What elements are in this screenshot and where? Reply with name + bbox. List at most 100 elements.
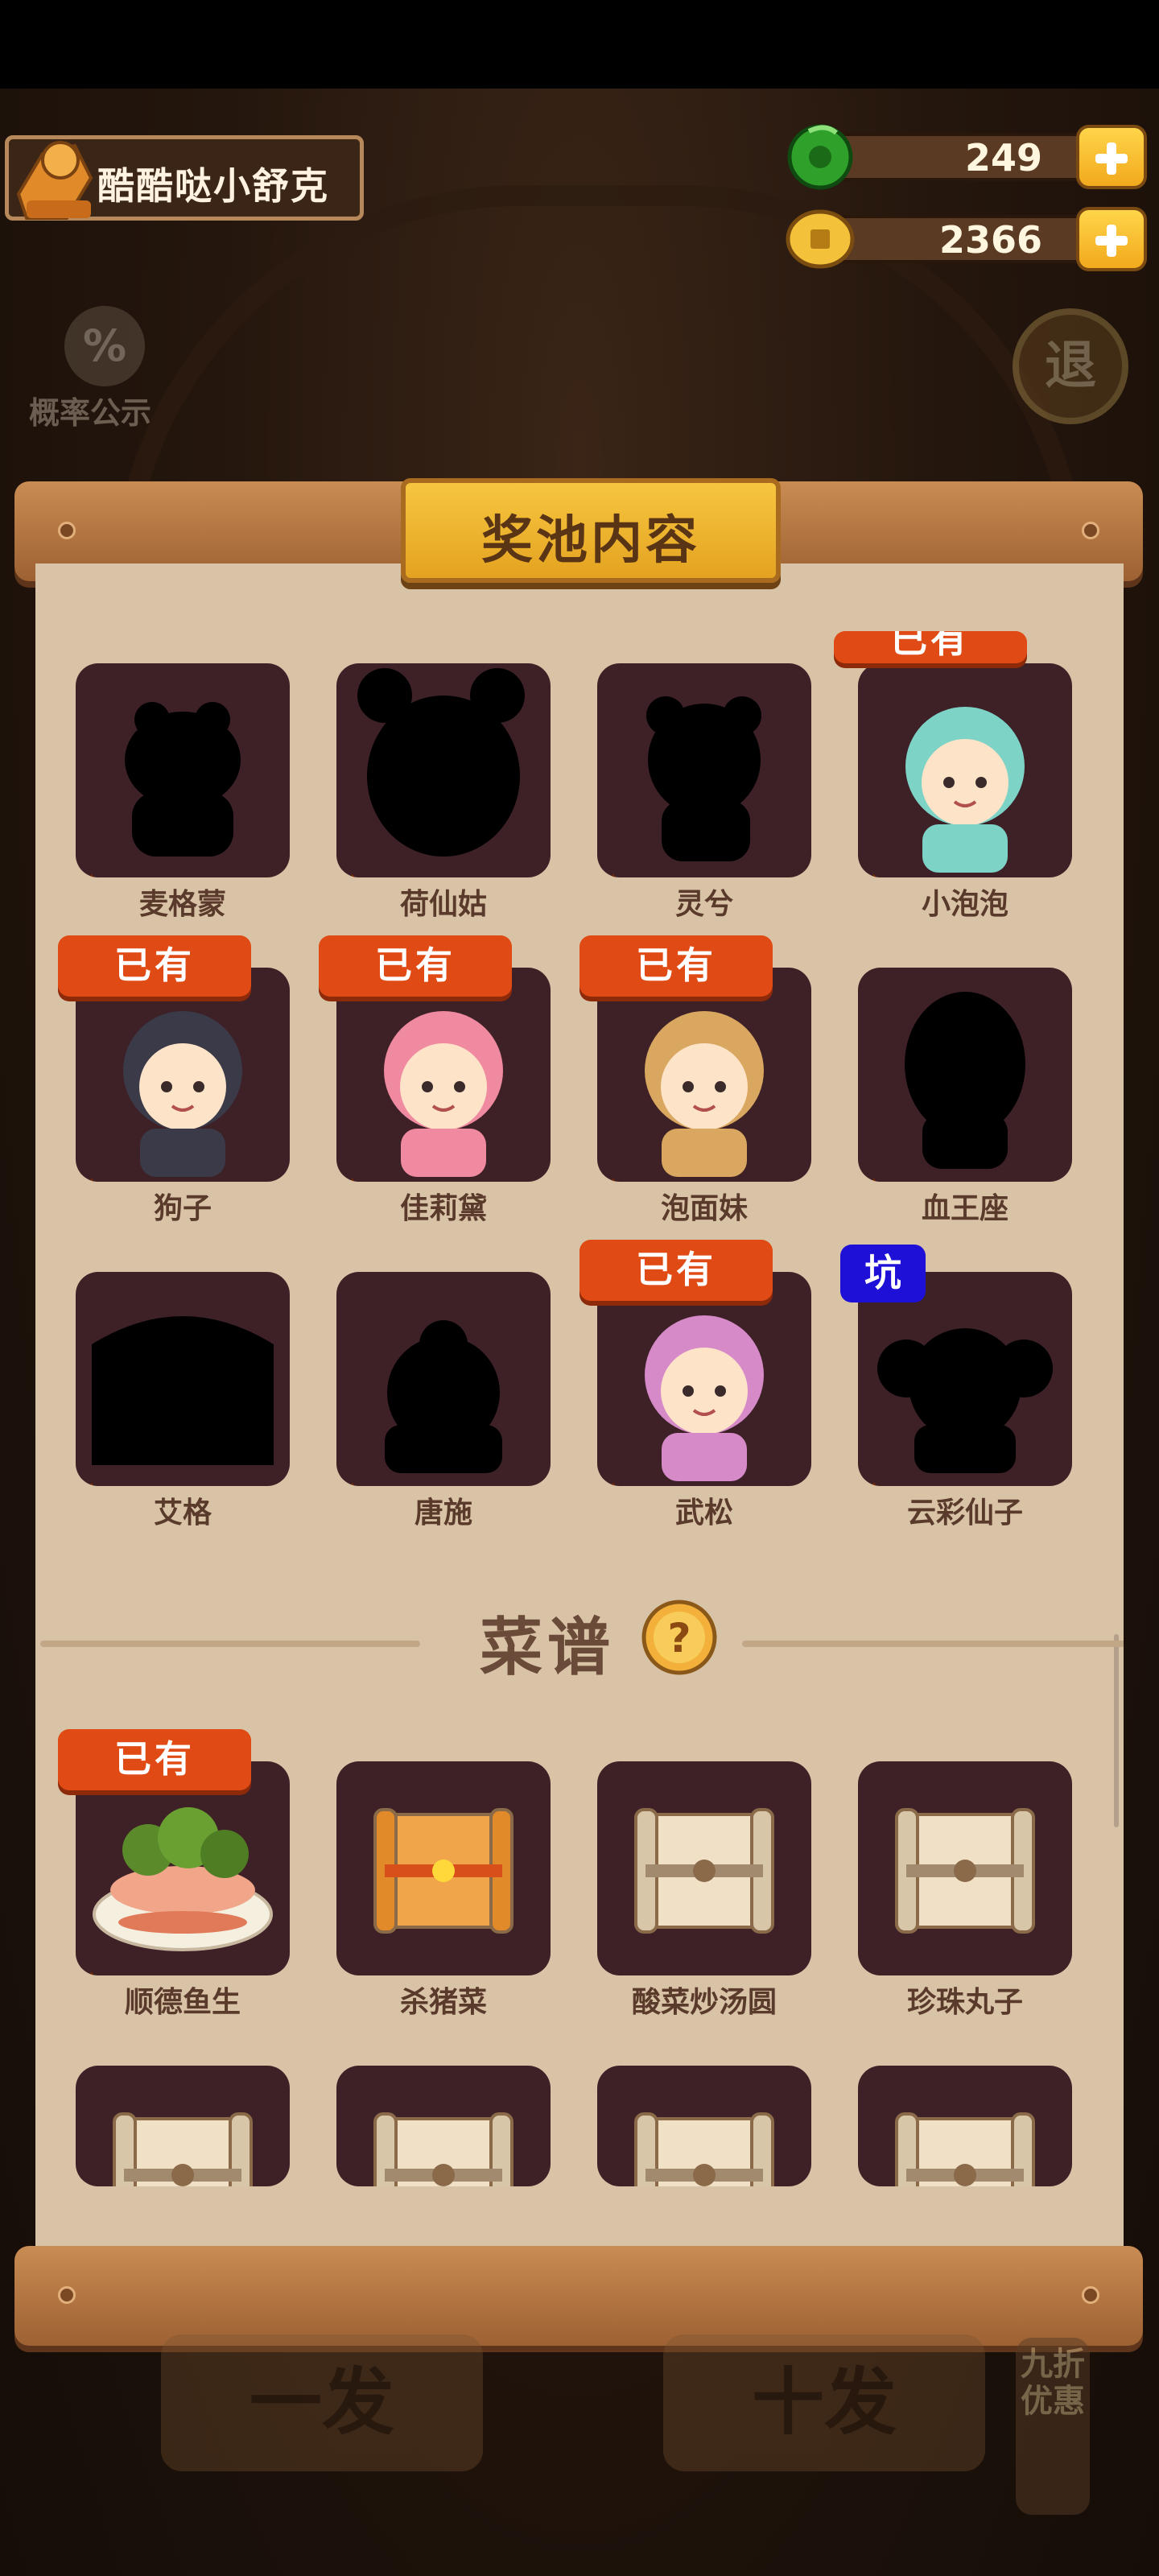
recipe-name: 杀猪菜	[399, 1986, 487, 2019]
recipe-name: 顺德鱼生	[124, 1986, 241, 2019]
recipe-card[interactable]	[858, 2066, 1072, 2186]
owned-tag: 已有	[58, 1729, 251, 1790]
recipe-card[interactable]	[858, 1761, 1072, 1975]
jade-value: 249	[964, 136, 1042, 180]
chef-avatar-icon	[16, 141, 93, 220]
exit-button[interactable]: 退	[1010, 306, 1131, 427]
svg-text:?: ?	[667, 1615, 691, 1662]
exit-label: 退	[1045, 336, 1096, 396]
recipe-scroll-icon	[373, 1808, 514, 1934]
recipe-card[interactable]	[597, 2066, 811, 2186]
flame-star-icon	[612, 1483, 616, 1486]
gear-percent-icon: %	[64, 306, 145, 386]
recipe-card[interactable]	[76, 2066, 290, 2186]
flame-star-icon	[612, 874, 616, 877]
owned-tag: 已有	[58, 935, 251, 997]
prize-pool-panel: 麦格蒙 荷仙姑 灵兮 小泡泡 已有 狗子 已有 佳莉黛 已有 泡面妹 已有 血王座 艾格 唐施 武松 已有 云彩…	[35, 564, 1124, 2246]
character-card[interactable]	[597, 968, 811, 1182]
character-silhouette	[385, 1320, 502, 1473]
character-card[interactable]	[336, 663, 551, 877]
character-portrait	[905, 707, 1025, 873]
recipe-scroll-icon	[113, 2112, 253, 2186]
character-card[interactable]	[858, 968, 1072, 1182]
flame-star-icon	[612, 1179, 616, 1182]
divider-right	[742, 1641, 1124, 1647]
character-card[interactable]	[858, 1272, 1072, 1486]
ten-draw-label: 十发	[752, 2360, 897, 2445]
add-coin-button[interactable]	[1076, 207, 1147, 271]
svg-text:%: %	[83, 320, 126, 371]
character-card[interactable]	[597, 663, 811, 877]
character-silhouette	[92, 1316, 274, 1465]
owned-tag: 已有	[319, 935, 512, 997]
discount-badge: 九折优惠	[1016, 2338, 1090, 2515]
recipe-scroll-icon	[895, 1808, 1035, 1934]
character-name: 荷仙姑	[399, 888, 487, 921]
owned-tag: 已有	[834, 631, 1027, 663]
pit-tag: 坑	[840, 1245, 926, 1302]
character-name: 血王座	[921, 1192, 1008, 1225]
character-card[interactable]	[858, 663, 1072, 877]
character-name: 灵兮	[674, 888, 733, 921]
character-card[interactable]	[76, 663, 290, 877]
recipe-card[interactable]	[76, 1761, 290, 1975]
flame-star-icon	[351, 1179, 355, 1182]
single-draw-button[interactable]: 一发	[161, 2334, 483, 2471]
character-card[interactable]	[336, 968, 551, 1182]
character-card[interactable]	[336, 1272, 551, 1486]
character-portrait	[645, 1011, 764, 1177]
ten-draw-button[interactable]: 十发	[663, 2334, 985, 2471]
character-silhouette	[125, 702, 241, 857]
recipe-card[interactable]	[336, 2066, 551, 2186]
character-card[interactable]	[76, 968, 290, 1182]
flame-star-icon	[872, 874, 876, 877]
character-portrait	[645, 1315, 764, 1481]
flame-star-icon	[90, 1483, 94, 1486]
owned-tag: 已有	[580, 935, 773, 997]
add-jade-button[interactable]	[1076, 125, 1147, 189]
scrollbar[interactable]	[1114, 1634, 1119, 1827]
coin-resource: 2366	[785, 207, 1147, 271]
character-name: 狗子	[153, 1192, 212, 1225]
recipe-scroll-icon	[634, 2112, 774, 2186]
character-silhouette	[646, 696, 761, 861]
recipe-scroll-icon	[634, 1808, 774, 1934]
flame-star-icon	[351, 1483, 355, 1486]
jade-track	[817, 133, 1107, 181]
character-name: 小泡泡	[921, 888, 1008, 921]
probability-button[interactable]: % 概率公示	[24, 298, 185, 435]
recipe-scroll-icon	[373, 2112, 514, 2186]
flame-star-icon	[872, 1483, 876, 1486]
flame-star-icon	[90, 1179, 94, 1182]
single-draw-label: 一发	[250, 2360, 394, 2445]
character-card[interactable]	[597, 1272, 811, 1486]
character-name: 唐施	[414, 1496, 472, 1530]
player-badge[interactable]: 酷酷哒小舒克	[5, 135, 364, 221]
recipe-name: 酸菜炒汤圆	[631, 1986, 777, 2019]
help-question-icon[interactable]: ?	[641, 1599, 718, 1676]
character-name: 麦格蒙	[138, 888, 226, 921]
recipe-card[interactable]	[336, 1761, 551, 1975]
character-silhouette	[905, 992, 1025, 1169]
panel-title: 奖池内容	[481, 511, 700, 571]
character-name: 武松	[674, 1496, 733, 1530]
divider-left	[40, 1641, 420, 1647]
character-card[interactable]	[76, 1272, 290, 1486]
character-silhouette	[357, 668, 525, 857]
recipe-name: 珍珠丸子	[906, 1986, 1023, 2019]
bottom-board	[14, 2246, 1143, 2346]
character-name: 云彩仙子	[906, 1496, 1023, 1530]
recipe-scroll-icon	[895, 2112, 1035, 2186]
dish-image	[93, 1807, 273, 1951]
flame-star-icon	[90, 1972, 94, 1975]
nail	[58, 522, 76, 539]
character-portrait	[384, 1011, 503, 1177]
nail	[1082, 522, 1099, 539]
recipe-card[interactable]	[597, 1761, 811, 1975]
discount-label: 九折优惠	[1021, 2346, 1085, 2420]
flame-star-icon	[872, 1179, 876, 1182]
character-name: 艾格	[153, 1496, 212, 1530]
nail	[58, 2286, 76, 2304]
jade-resource: 249	[785, 124, 1147, 190]
character-name: 泡面妹	[660, 1192, 748, 1225]
